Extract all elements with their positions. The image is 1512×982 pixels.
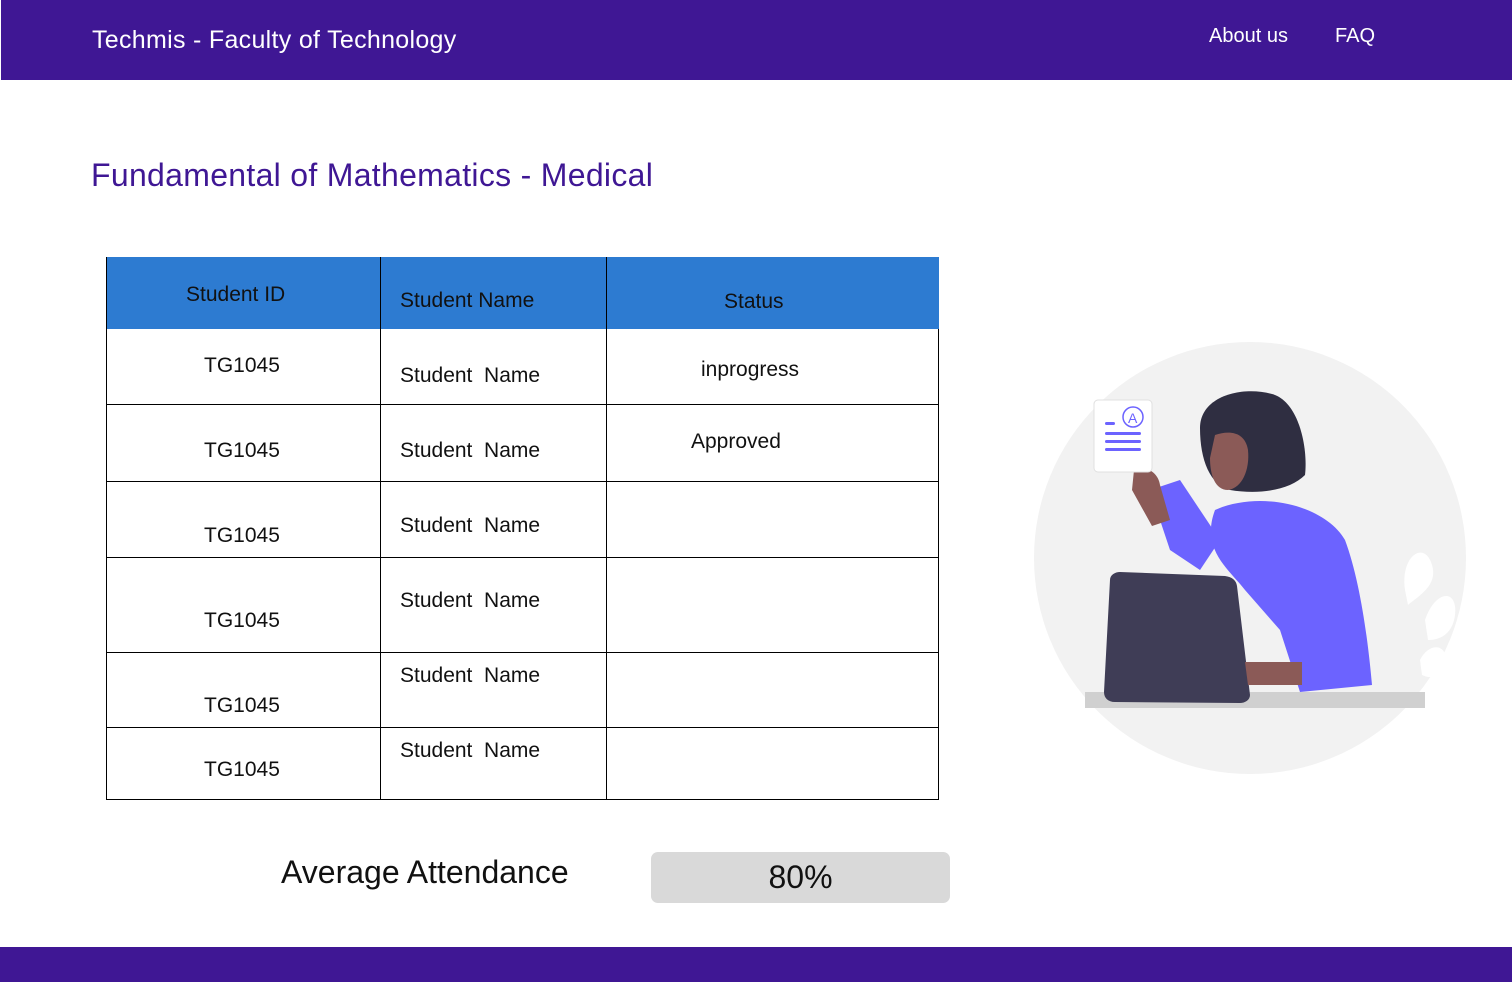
- row-divider: [107, 652, 939, 653]
- document-icon: [1093, 399, 1153, 473]
- table-cell-student-name: Student Name: [400, 739, 541, 762]
- table-cell-student-name: Student Name: [400, 439, 541, 462]
- table-cell-student-id: TG1045: [204, 694, 280, 717]
- table-header: Student ID Student Name Status: [107, 257, 939, 329]
- page-title: Fundamental of Mathematics - Medical: [91, 157, 654, 193]
- table-cell-student-id: TG1045: [204, 354, 280, 377]
- table-cell-student-id: TG1045: [204, 524, 280, 547]
- column-header-student-name: Student Name: [400, 289, 535, 312]
- table-cell-student-id: TG1045: [204, 758, 280, 781]
- row-divider: [107, 557, 939, 558]
- column-header-student-id: Student ID: [186, 283, 286, 306]
- footer-bar: [0, 947, 1512, 982]
- grade-letter: A: [1128, 410, 1138, 426]
- top-nav-bar: Techmis - Faculty of Technology About us…: [1, 0, 1512, 80]
- table-cell-student-name: Student Name: [400, 514, 541, 537]
- table-cell-status: inprogress: [701, 358, 800, 381]
- average-attendance-value-box: 80%: [651, 852, 950, 903]
- person-forearm: [1245, 662, 1302, 685]
- students-table: Student ID Student Name Status TG1045 St…: [106, 257, 939, 800]
- table-cell-student-id: TG1045: [204, 609, 280, 632]
- column-divider: [606, 257, 607, 800]
- table-cell-student-id: TG1045: [204, 439, 280, 462]
- table-cell-student-name: Student Name: [400, 664, 541, 687]
- row-divider: [107, 404, 939, 405]
- column-header-status: Status: [724, 290, 784, 313]
- table-cell-student-name: Student Name: [400, 364, 541, 387]
- average-attendance-label: Average Attendance: [281, 854, 569, 890]
- average-attendance-value: 80%: [768, 859, 833, 895]
- nav-faq[interactable]: FAQ: [1335, 25, 1375, 48]
- brand-title[interactable]: Techmis - Faculty of Technology: [92, 26, 457, 55]
- table-cell-status: Approved: [691, 430, 781, 453]
- nav-about-us[interactable]: About us: [1209, 25, 1288, 48]
- row-divider: [107, 481, 939, 482]
- student-with-laptop-illustration: A: [1034, 342, 1466, 774]
- row-divider: [107, 727, 939, 728]
- table-cell-student-name: Student Name: [400, 589, 541, 612]
- laptop-icon: [1104, 572, 1250, 703]
- column-divider: [380, 257, 381, 800]
